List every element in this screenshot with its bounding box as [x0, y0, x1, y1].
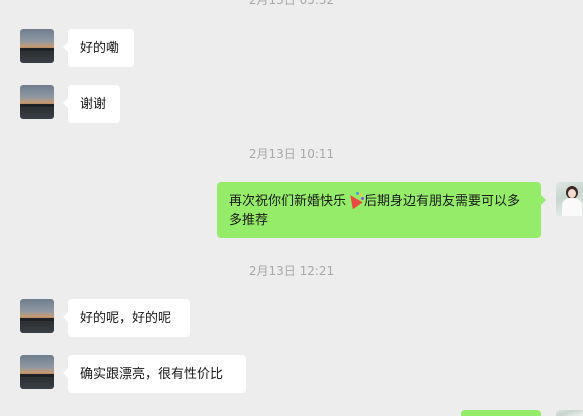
- timestamp-top: 2月13日 05:32: [248, 0, 335, 7]
- message-bubble-incoming[interactable]: 谢谢: [63, 85, 120, 123]
- message-text: 谢谢: [80, 97, 107, 112]
- my-avatar[interactable]: [556, 410, 583, 416]
- my-avatar[interactable]: [556, 182, 583, 216]
- party-popper-icon: [345, 191, 365, 210]
- message-bubble-incoming[interactable]: 确实跟漂亮，很有性价比: [63, 355, 246, 393]
- contact-avatar[interactable]: [20, 85, 54, 119]
- message-text: 好的呢，好的呢: [80, 311, 172, 326]
- message-text: 再次祝你们新婚快乐: [229, 194, 347, 209]
- message-bubble-outgoing[interactable]: 再次祝你们新婚快乐 后期身边有朋友需要可以多多推荐: [217, 182, 546, 238]
- message-text: 好的嘞: [80, 41, 120, 56]
- message-bubble-incoming[interactable]: 好的嘞: [63, 29, 134, 67]
- timestamp: 2月13日 12:21: [248, 264, 335, 278]
- contact-avatar[interactable]: [20, 29, 54, 63]
- contact-avatar[interactable]: [20, 299, 54, 333]
- timestamp: 2月13日 10:11: [248, 147, 335, 161]
- message-bubble-incoming[interactable]: 好的呢，好的呢: [63, 299, 190, 337]
- message-bubble-outgoing-partial[interactable]: [461, 410, 541, 416]
- contact-avatar[interactable]: [20, 355, 54, 389]
- message-text: 确实跟漂亮，很有性价比: [80, 367, 224, 382]
